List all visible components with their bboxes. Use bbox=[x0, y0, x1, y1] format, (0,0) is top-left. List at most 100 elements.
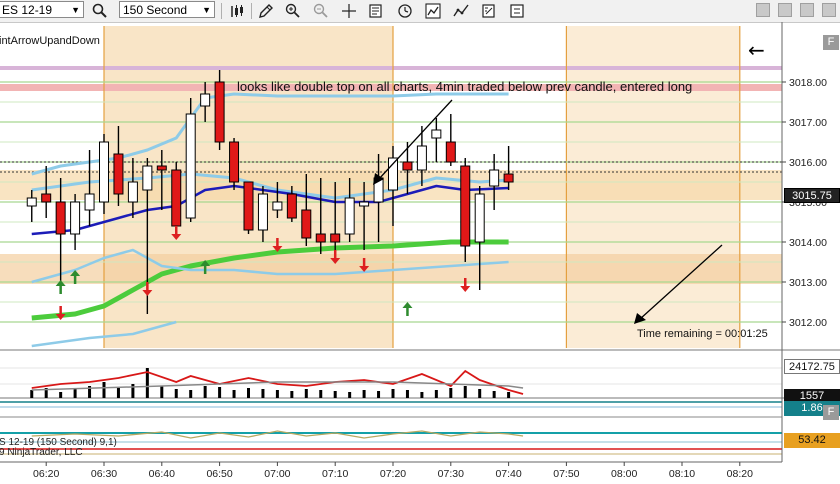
volume-bar bbox=[434, 390, 438, 398]
indicator-label: intArrowUpandDown bbox=[0, 35, 100, 47]
volume-bar bbox=[449, 388, 453, 398]
volume-top-label: 24172.75 bbox=[784, 359, 840, 374]
time-tick-label: 07:20 bbox=[380, 468, 406, 480]
candle-body bbox=[99, 141, 109, 203]
indicator-panel bbox=[0, 401, 782, 455]
candle bbox=[99, 134, 109, 214]
price-tick-label: 3017.00 bbox=[789, 117, 827, 129]
candle-body bbox=[330, 233, 341, 243]
close-button[interactable] bbox=[822, 3, 836, 17]
price-tick-label: 3013.00 bbox=[789, 277, 827, 289]
candle-body bbox=[127, 181, 138, 203]
time-axis[interactable]: 006:2006:3006:4006:5007:0007:1007:2007:3… bbox=[0, 461, 782, 480]
candle bbox=[185, 98, 196, 222]
candle-body bbox=[416, 145, 427, 171]
candle bbox=[171, 162, 182, 227]
candle-body bbox=[402, 161, 413, 171]
candle-body bbox=[301, 209, 312, 239]
indicators-icon[interactable] bbox=[424, 2, 442, 20]
clock-icon[interactable] bbox=[396, 2, 414, 20]
volume-bar bbox=[102, 382, 106, 398]
volume-bar bbox=[131, 384, 135, 398]
price-chart[interactable]: looks like double top on all charts, 4mi… bbox=[0, 22, 840, 484]
strategies-icon[interactable] bbox=[452, 2, 470, 20]
candle-body bbox=[84, 193, 95, 211]
chart-annotation[interactable]: looks like double top on all charts, 4mi… bbox=[237, 79, 692, 94]
candle-body bbox=[388, 157, 398, 191]
bar-type-icon[interactable] bbox=[229, 2, 247, 20]
maximize-button[interactable] bbox=[800, 3, 814, 17]
candle-body bbox=[474, 193, 485, 243]
time-tick-label: 08:00 bbox=[611, 468, 637, 480]
data-box-icon[interactable] bbox=[508, 2, 526, 20]
candle-body bbox=[113, 153, 124, 195]
candle-body bbox=[171, 169, 182, 227]
candle bbox=[243, 181, 254, 234]
price-tick-label: 3018.00 bbox=[789, 77, 827, 89]
volume-bar bbox=[73, 389, 77, 398]
volume-bar bbox=[463, 386, 467, 398]
time-tick-label: 07:40 bbox=[495, 468, 521, 480]
properties-icon[interactable] bbox=[367, 2, 385, 20]
price-tick-label: 3012.00 bbox=[789, 317, 827, 329]
candle-body bbox=[286, 193, 297, 219]
candle-body bbox=[445, 141, 456, 163]
current-price-label: 3015.75 bbox=[784, 188, 840, 203]
volume-bar bbox=[377, 391, 381, 398]
candle-body bbox=[315, 233, 326, 243]
price-tick-label: 3016.00 bbox=[789, 157, 827, 169]
candle-body bbox=[185, 113, 196, 219]
zoom-in-icon[interactable] bbox=[284, 2, 302, 20]
pencil-icon[interactable] bbox=[257, 2, 275, 20]
time-tick-label: 06:20 bbox=[33, 468, 59, 480]
volume-bar bbox=[232, 390, 236, 398]
zoom-out-icon[interactable] bbox=[312, 2, 330, 20]
candle-body bbox=[26, 197, 37, 207]
volume-bar bbox=[319, 390, 323, 398]
volume-bar bbox=[30, 390, 34, 398]
candle bbox=[431, 118, 442, 162]
panel-flag-button[interactable]: F bbox=[823, 405, 839, 420]
candle bbox=[460, 158, 471, 262]
volume-bar bbox=[203, 386, 207, 398]
search-icon[interactable] bbox=[91, 2, 109, 20]
time-tick-label: 06:40 bbox=[149, 468, 175, 480]
panel-flag-button[interactable]: F bbox=[823, 35, 839, 50]
volume-panel bbox=[0, 349, 840, 399]
chevron-down-icon: ▼ bbox=[71, 5, 80, 15]
candle-body bbox=[229, 141, 240, 183]
chart-trader-icon[interactable] bbox=[480, 2, 498, 20]
volume-bar bbox=[492, 391, 496, 398]
time-tick-label: 07:00 bbox=[264, 468, 290, 480]
volume-bar bbox=[507, 392, 511, 398]
price-tick-label: 3014.00 bbox=[789, 237, 827, 249]
candle-body bbox=[257, 193, 268, 231]
candle-body bbox=[200, 93, 211, 107]
minimize-button[interactable] bbox=[756, 3, 770, 17]
instrument-selector[interactable]: ES 12-19 ▼ bbox=[0, 1, 84, 18]
interval-selector[interactable]: 150 Second ▼ bbox=[119, 1, 215, 18]
candle-body bbox=[489, 169, 500, 187]
volume-bar bbox=[478, 389, 482, 398]
arrow-up-icon bbox=[402, 302, 413, 316]
time-tick-label: 07:10 bbox=[322, 468, 348, 480]
indicator-value-2: 53.42 bbox=[784, 433, 840, 448]
volume-bar bbox=[348, 392, 352, 398]
restore-button[interactable] bbox=[778, 3, 792, 17]
volume-bar bbox=[420, 392, 424, 398]
candle bbox=[229, 138, 240, 190]
crosshair-icon[interactable] bbox=[340, 2, 358, 20]
candle-body bbox=[243, 181, 254, 231]
candle-body bbox=[431, 129, 442, 139]
time-tick-label: 06:30 bbox=[91, 468, 117, 480]
resistance-zone bbox=[0, 66, 782, 70]
time-tick-label: 07:30 bbox=[438, 468, 464, 480]
volume-bar bbox=[304, 389, 308, 398]
volume-bar bbox=[275, 390, 279, 398]
candle-body bbox=[460, 165, 471, 247]
volume-bar bbox=[189, 390, 193, 398]
candle-body bbox=[214, 81, 225, 143]
time-tick-label: 06:50 bbox=[206, 468, 232, 480]
back-arrow-icon[interactable]: ← bbox=[748, 38, 765, 62]
volume-bar bbox=[333, 391, 337, 398]
